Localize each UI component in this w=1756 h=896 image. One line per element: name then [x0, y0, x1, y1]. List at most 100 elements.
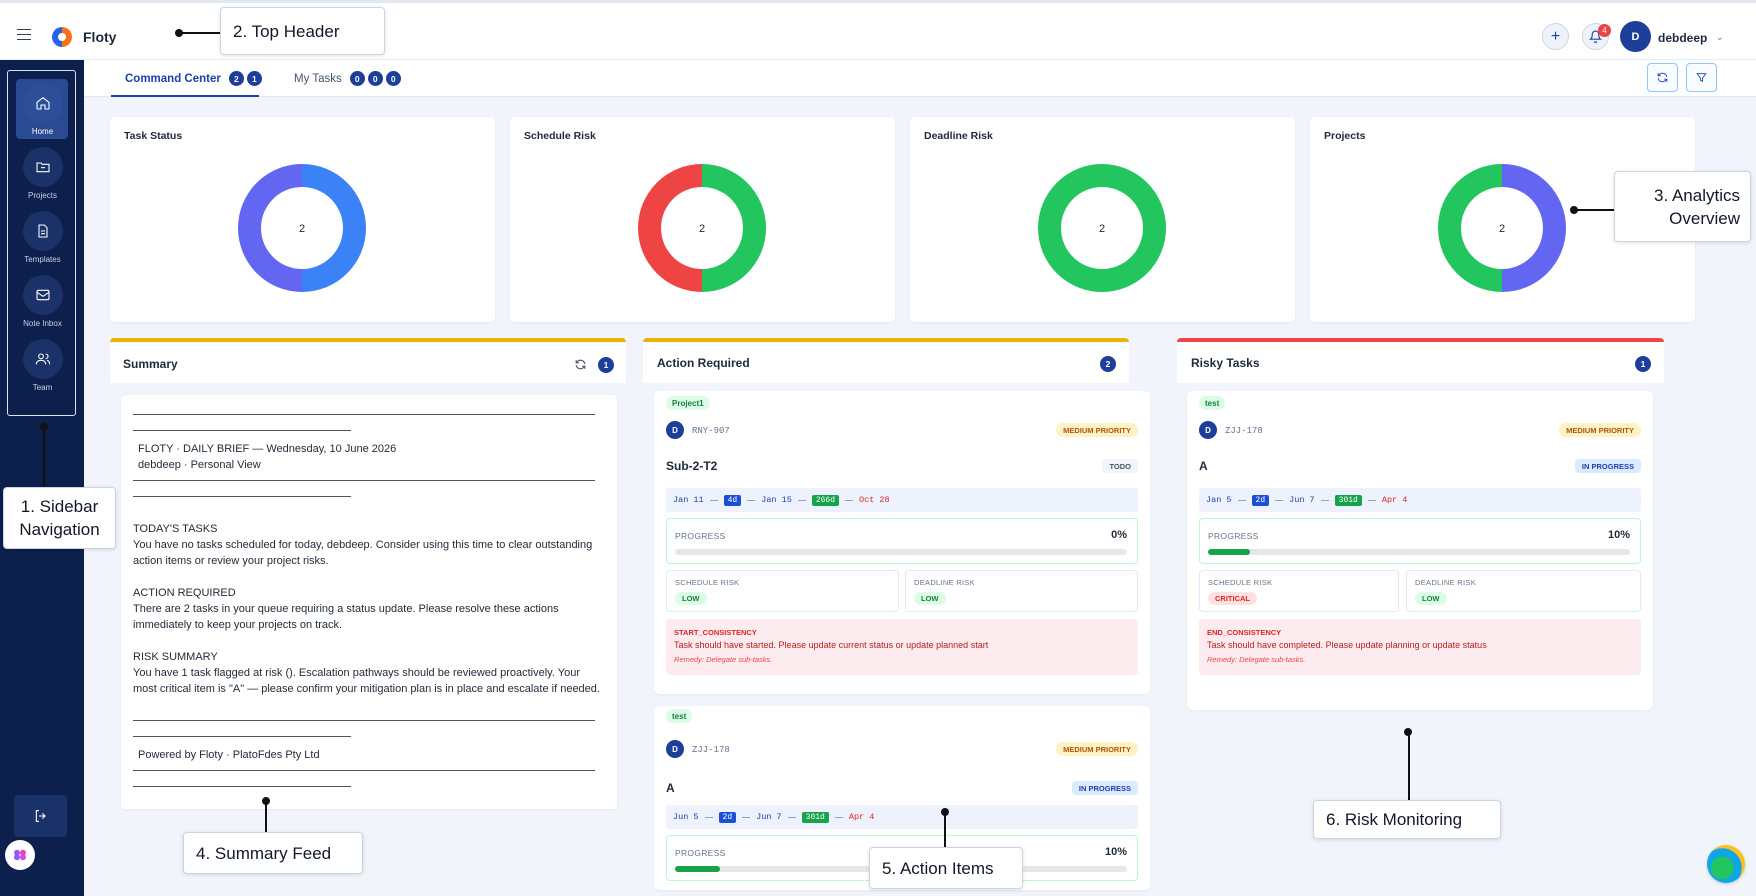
risk-label: SCHEDULE RISK: [675, 578, 740, 587]
progress-label: PROGRESS: [675, 531, 726, 541]
assignee-avatar: D: [666, 421, 684, 439]
task-status-donut: 2: [238, 164, 366, 292]
brand-name: Floty: [83, 29, 117, 45]
brief-footer: Powered by Floty · PlatoFdes Pty Ltd: [138, 749, 320, 761]
tab-command-center[interactable]: Command Center 2 1: [125, 71, 262, 86]
callout-analytics-overview: 3. Analytics Overview: [1614, 171, 1751, 242]
progress-box: PROGRESS 0%: [666, 518, 1138, 564]
donut-center-value: 2: [299, 223, 305, 235]
alert-remedy: Remedy: Delegate sub-tasks.: [1207, 655, 1306, 664]
action-required-heading: ACTION REQUIRED: [133, 587, 236, 599]
alert-message: Task should have started. Please update …: [674, 640, 989, 650]
tab-count-badge: 0: [385, 71, 401, 86]
user-avatar[interactable]: D: [1620, 21, 1651, 52]
todays-tasks-heading: TODAY'S TASKS: [133, 523, 218, 535]
donut-slice[interactable]: [702, 164, 766, 292]
sidebar: Home Projects Templates Note Inbox Team: [0, 60, 84, 896]
daily-brief: FLOTY · DAILY BRIEF — Wednesday, 10 June…: [121, 395, 617, 809]
card-title: Projects: [1324, 130, 1366, 142]
tab-my-tasks[interactable]: My Tasks 0 0 0: [294, 71, 401, 86]
schedule-risk: SCHEDULE RISK LOW: [666, 570, 899, 612]
floating-assistant-button[interactable]: [1707, 845, 1745, 883]
schedule-risk-card: Schedule Risk 2: [510, 117, 895, 322]
task-timeline: Jan 5 2d Jun 7 301d Apr 4: [1199, 488, 1641, 512]
projects-donut: 2: [1438, 164, 1566, 292]
todays-tasks-text: action items or review your project risk…: [133, 555, 329, 567]
donut-slice[interactable]: [638, 164, 702, 292]
timeline-start: Jan 5: [1206, 495, 1232, 505]
priority-badge: MEDIUM PRIORITY: [1559, 423, 1641, 437]
schedule-risk-donut: 2: [638, 164, 766, 292]
deadline-risk-card: Deadline Risk 2: [910, 117, 1295, 322]
sidebar-item-home[interactable]: Home: [8, 83, 77, 136]
timeline-duration: 4d: [723, 494, 742, 506]
consistency-alert: END_CONSISTENCY Task should have complet…: [1199, 619, 1641, 675]
tab-count-badge: 2: [228, 71, 244, 86]
risk-value: CRITICAL: [1208, 592, 1257, 605]
filter-icon: [1696, 73, 1707, 82]
assistant-button[interactable]: [5, 840, 35, 870]
plus-icon: +: [1550, 27, 1561, 45]
task-name: A: [1199, 459, 1208, 473]
refresh-icon[interactable]: [574, 358, 587, 371]
add-button[interactable]: +: [1542, 23, 1569, 50]
progress-label: PROGRESS: [1208, 531, 1259, 541]
timeline-end: Oct 28: [859, 495, 890, 505]
callout-sidebar-navigation: 1. Sidebar Navigation: [3, 487, 116, 549]
progress-fill: [675, 866, 721, 872]
panel-title: Risky Tasks: [1191, 356, 1260, 370]
home-icon: [35, 96, 50, 110]
sidebar-item-label: Projects: [28, 191, 57, 200]
logout-button[interactable]: [14, 795, 67, 837]
donut-slice[interactable]: [1438, 164, 1502, 292]
timeline-mid: Jan 15: [761, 495, 792, 505]
timeline-duration: 2d: [1251, 494, 1270, 506]
schedule-risk: SCHEDULE RISK CRITICAL: [1199, 570, 1399, 612]
alert-remedy: Remedy: Delegate sub-tasks.: [674, 655, 773, 664]
team-icon: [35, 353, 50, 365]
sidebar-item-team[interactable]: Team: [8, 339, 77, 392]
risk-summary-text: You have 1 task flagged at risk (). Esca…: [133, 667, 580, 679]
timeline-start: Jan 11: [673, 495, 704, 505]
filter-button[interactable]: [1686, 63, 1717, 92]
alert-message: Task should have completed. Please updat…: [1207, 640, 1487, 650]
timeline-remaining: 266d: [811, 494, 840, 506]
refresh-button[interactable]: [1647, 63, 1678, 92]
chevron-down-icon[interactable]: ⌄: [1716, 32, 1724, 43]
notification-badge: 4: [1598, 24, 1611, 37]
risk-label: DEADLINE RISK: [1415, 578, 1476, 587]
timeline-end: Apr 4: [1381, 495, 1408, 505]
tab-count-badge: 0: [349, 71, 365, 86]
callout-summary-feed: 4. Summary Feed: [183, 832, 363, 874]
progress-fill: [1208, 549, 1251, 555]
callout-label: Overview: [1669, 208, 1740, 228]
sidebar-item-label: Team: [32, 383, 53, 392]
status-badge: TODO: [1102, 459, 1138, 473]
brief-subtitle: debdeep · Personal View: [138, 459, 261, 471]
donut-center-value: 2: [1499, 223, 1505, 235]
risky-task-card[interactable]: test D ZJJ-178 MEDIUM PRIORITY A IN PROG…: [1187, 391, 1653, 710]
logout-icon: [35, 810, 46, 822]
sidebar-item-templates[interactable]: Templates: [8, 211, 77, 264]
risk-summary-heading: RISK SUMMARY: [133, 651, 218, 663]
task-id: ZJJ-178: [692, 745, 730, 755]
risk-value: LOW: [1415, 592, 1447, 605]
user-name[interactable]: debdeep: [1658, 31, 1707, 45]
sidebar-item-note-inbox[interactable]: Note Inbox: [8, 275, 77, 328]
task-card[interactable]: Project1 D RNY-907 MEDIUM PRIORITY Sub-2…: [654, 391, 1150, 694]
sidebar-item-projects[interactable]: Projects: [8, 147, 77, 200]
donut-slice[interactable]: [1502, 164, 1566, 292]
priority-badge: MEDIUM PRIORITY: [1056, 742, 1138, 756]
risk-value: LOW: [675, 592, 707, 605]
progress-box: PROGRESS 10%: [1199, 518, 1641, 564]
task-status-card: Task Status 2: [110, 117, 495, 322]
assignee-avatar: D: [666, 740, 684, 758]
folder-icon: [35, 162, 50, 173]
donut-slice[interactable]: [302, 164, 366, 292]
donut-slice[interactable]: [238, 164, 302, 292]
card-title: Task Status: [124, 130, 183, 142]
timeline-duration: 2d: [718, 811, 737, 823]
menu-icon[interactable]: [17, 29, 31, 40]
sidebar-nav: Home Projects Templates Note Inbox Team: [7, 70, 76, 416]
risk-value: LOW: [914, 592, 946, 605]
